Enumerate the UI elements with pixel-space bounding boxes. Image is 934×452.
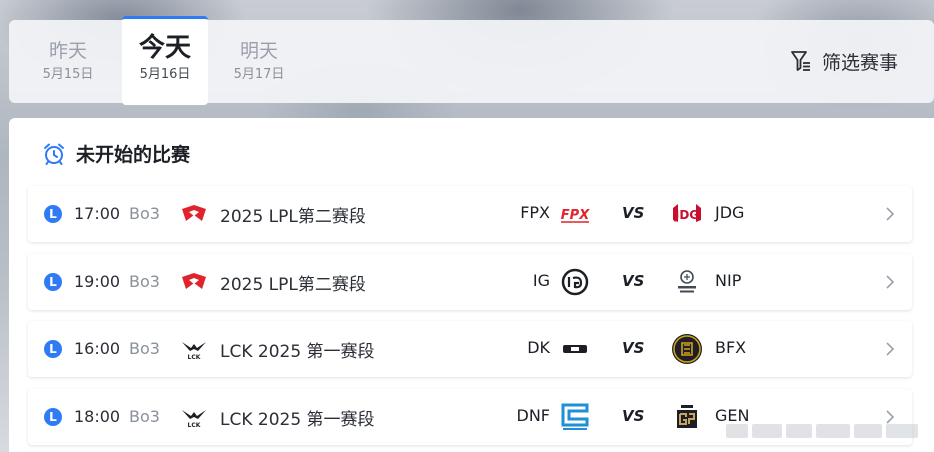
team-a-name: DK: [527, 338, 550, 357]
chevron-right-icon: [886, 207, 895, 221]
vs-label: VS: [622, 407, 645, 425]
vs-label: VS: [622, 204, 645, 222]
league-name: LCK 2025 第一赛段: [220, 410, 375, 430]
match-row[interactable]: L 19:00 Bo3 2025 LPL第二赛段 IG VS NIP: [28, 254, 912, 310]
tab-today-date: 5月16日: [139, 67, 191, 82]
bfx-logo-icon: [672, 334, 702, 364]
dk-logo-icon: [563, 345, 587, 353]
watermark-overlay: [726, 420, 926, 442]
team-b-name: JDG: [715, 203, 745, 222]
match-time: 17:00: [74, 204, 121, 223]
match-time: 19:00: [74, 272, 121, 291]
match-format: Bo3: [129, 272, 160, 291]
match-format: Bo3: [129, 339, 160, 358]
team-b-name: NIP: [715, 271, 742, 290]
tab-tomorrow[interactable]: 明天 5月17日: [216, 20, 302, 103]
lck-logo-icon: LCK: [182, 410, 206, 428]
match-row[interactable]: L 16:00 Bo3 LCK LCK 2025 第一赛段 DK VS BFX: [28, 321, 912, 377]
league-status-icon: L: [44, 408, 62, 426]
team-a-name: IG: [532, 271, 550, 290]
jdg-logo-icon: JDG: [673, 204, 701, 222]
filter-events-label: 筛选赛事: [821, 51, 898, 74]
team-a-name: FPX: [520, 203, 550, 222]
tab-yesterday-date: 5月15日: [42, 67, 94, 82]
fpx-logo-icon: FPX: [561, 208, 590, 223]
team-a-name: DNF: [516, 406, 551, 425]
league-name: LCK 2025 第一赛段: [220, 342, 375, 362]
day-tabs-bar: 昨天 5月15日 今天 5月16日 明天 5月17日 筛选赛事: [9, 16, 934, 105]
filter-events-button[interactable]: 筛选赛事: [790, 48, 898, 74]
vs-label: VS: [622, 272, 645, 290]
tab-today[interactable]: 今天 5月16日: [122, 16, 208, 105]
tab-tomorrow-date: 5月17日: [233, 67, 285, 82]
match-list-panel: 未开始的比赛 L 17:00 Bo3 2025 LPL第二赛段 FPX FPX …: [9, 118, 934, 452]
tab-tomorrow-label: 明天: [239, 40, 278, 62]
chevron-right-icon: [886, 275, 895, 289]
svg-text:LCK: LCK: [188, 354, 201, 360]
section-title: 未开始的比赛: [76, 144, 191, 166]
tab-yesterday-label: 昨天: [48, 40, 87, 62]
league-status-icon: L: [44, 340, 62, 358]
ig-logo-icon: [561, 268, 589, 296]
match-format: Bo3: [129, 204, 160, 223]
alarm-clock-icon: [44, 143, 64, 165]
nip-logo-icon: [678, 270, 696, 293]
league-status-icon: L: [44, 205, 62, 223]
tab-yesterday[interactable]: 昨天 5月15日: [25, 20, 111, 103]
match-row[interactable]: L 17:00 Bo3 2025 LPL第二赛段 FPX FPX VS JDG …: [28, 186, 912, 242]
chevron-right-icon: [886, 342, 895, 356]
filter-icon: [791, 51, 810, 71]
league-name: 2025 LPL第二赛段: [220, 275, 366, 295]
match-format: Bo3: [129, 407, 160, 426]
svg-text:LCK: LCK: [188, 422, 201, 428]
league-name: 2025 LPL第二赛段: [220, 207, 366, 227]
lpl-logo-icon: [182, 205, 206, 221]
lpl-logo-icon: [182, 273, 206, 289]
svg-text:FPX: FPX: [561, 208, 590, 223]
match-time: 16:00: [74, 339, 121, 358]
dnf-logo-icon: [561, 403, 589, 430]
tab-today-label: 今天: [138, 33, 191, 63]
team-b-name: BFX: [715, 338, 747, 357]
section-header: 未开始的比赛: [42, 140, 190, 167]
lck-logo-icon: LCK: [182, 342, 206, 360]
vs-label: VS: [622, 339, 645, 357]
gen-logo-icon: [677, 405, 697, 428]
match-time: 18:00: [74, 407, 121, 426]
league-status-icon: L: [44, 273, 62, 291]
